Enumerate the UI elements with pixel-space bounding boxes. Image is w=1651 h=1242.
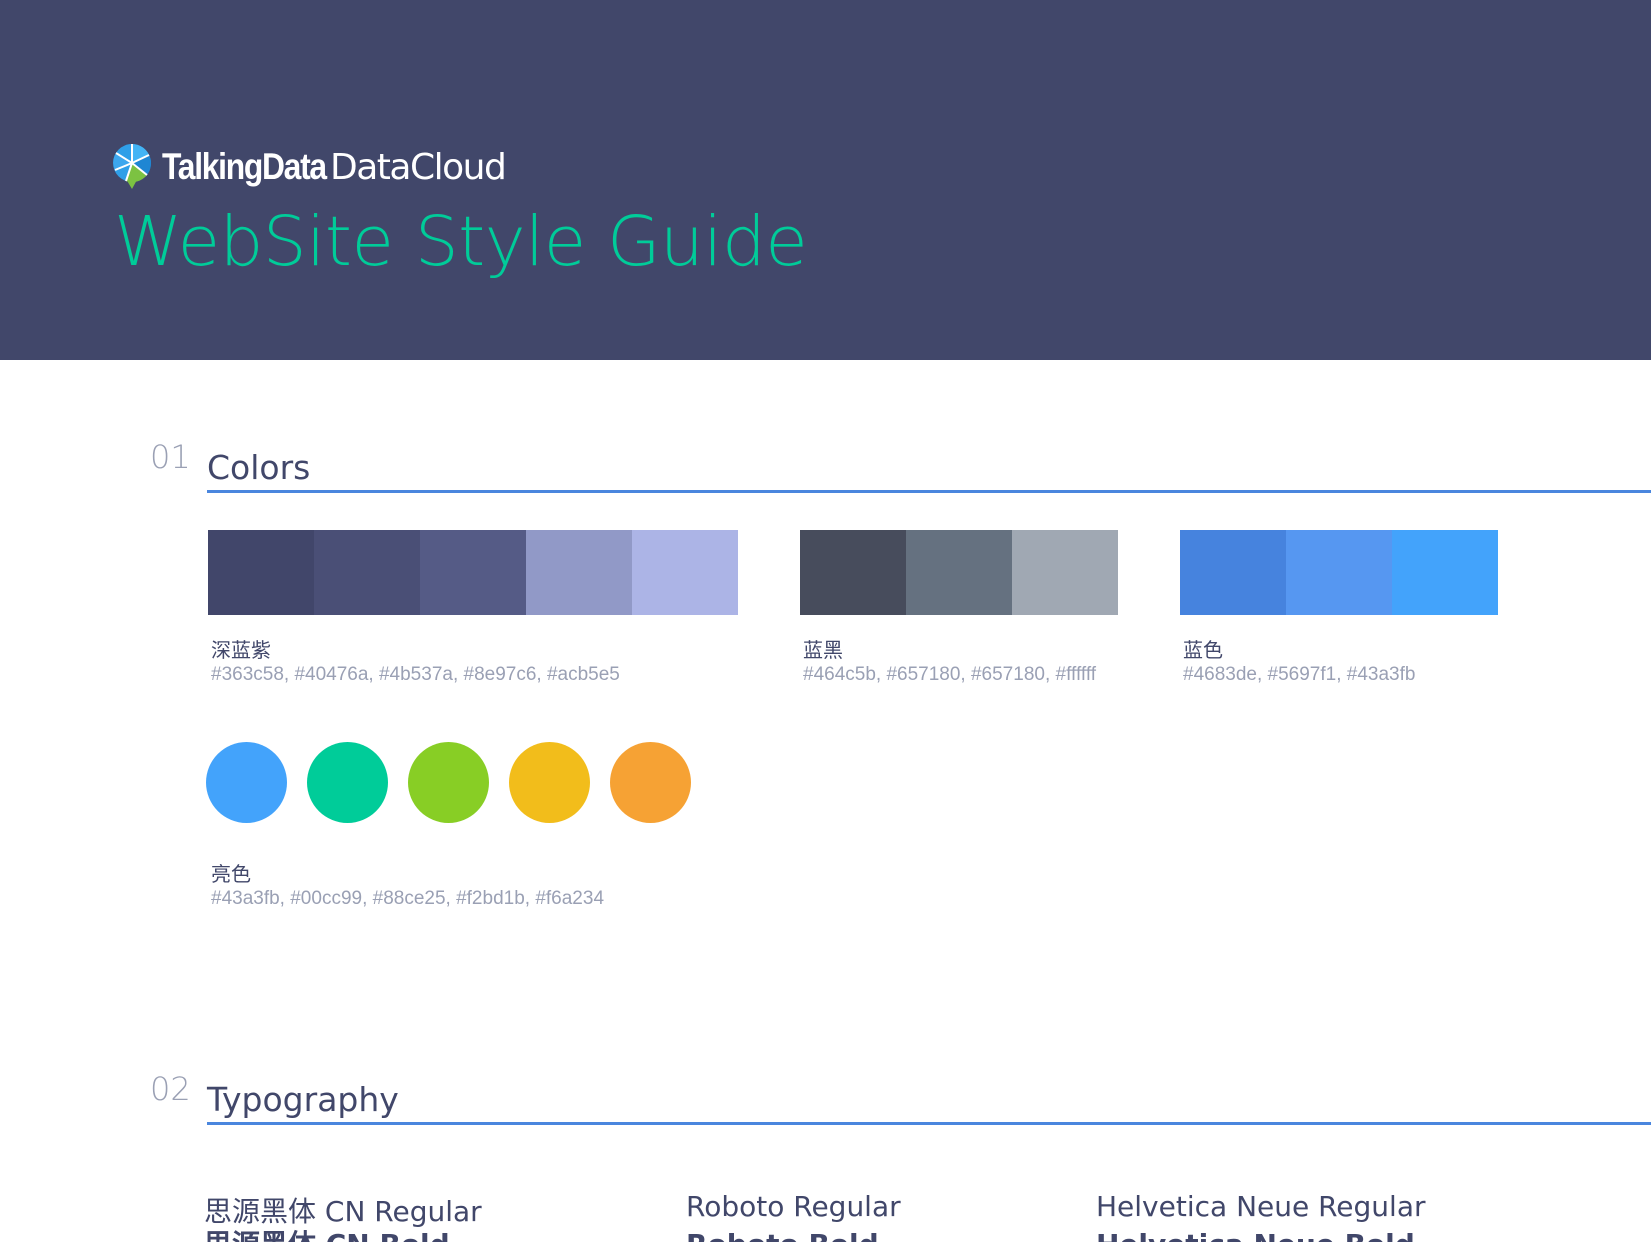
color-swatch xyxy=(420,530,526,615)
bright-color-dots xyxy=(206,742,711,823)
color-swatch xyxy=(208,530,314,615)
section-title-typography: Typography xyxy=(207,1080,399,1119)
section-divider-colors xyxy=(207,490,1651,493)
brand-name: TalkingData xyxy=(162,146,327,187)
color-swatch xyxy=(800,530,906,615)
talkingdata-logo-icon xyxy=(113,144,151,189)
color-dot xyxy=(509,742,590,823)
section-title-colors: Colors xyxy=(207,448,311,487)
palette-codes: #464c5b, #657180, #657180, #ffffff xyxy=(803,664,1097,685)
section-number-typography: 02 xyxy=(150,1070,191,1108)
palette-deep-blue-purple xyxy=(208,530,738,615)
brand-lockup: TalkingData DataCloud xyxy=(112,142,507,192)
color-dot xyxy=(206,742,287,823)
color-dot xyxy=(610,742,691,823)
font-sample-bold-text: 思源黑体 CN Bold xyxy=(204,1228,450,1242)
color-swatch xyxy=(1180,530,1286,615)
page-title: WebSite Style Guide xyxy=(114,202,808,282)
font-sample-bold-text: Helvetica Neue Bold xyxy=(1096,1228,1415,1242)
color-swatch xyxy=(1286,530,1392,615)
color-dot xyxy=(307,742,388,823)
palette-name: 亮色 xyxy=(211,862,251,886)
palette-name: 蓝色 xyxy=(1183,638,1223,662)
color-dot xyxy=(408,742,489,823)
palette-name: 蓝黑 xyxy=(803,638,843,662)
font-sample-bold: Helvetica Neue Bold xyxy=(1096,1228,1415,1242)
style-guide-page: TalkingData DataCloud WebSite Style Guid… xyxy=(0,0,1651,1242)
product-name: DataCloud xyxy=(330,146,507,188)
palette-codes: #43a3fb, #00cc99, #88ce25, #f2bd1b, #f6a… xyxy=(211,888,605,909)
color-swatch xyxy=(906,530,1012,615)
font-sample-bold-text: Roboto Bold xyxy=(686,1228,879,1242)
palette-name: 深蓝紫 xyxy=(211,638,271,662)
color-swatch xyxy=(314,530,420,615)
header-banner: TalkingData DataCloud WebSite Style Guid… xyxy=(0,0,1651,360)
color-swatch xyxy=(632,530,738,615)
palette-codes: #363c58, #40476a, #4b537a, #8e97c6, #acb… xyxy=(211,664,620,685)
font-sample-bold: Roboto Bold xyxy=(686,1228,879,1242)
font-sample-regular: Roboto Regular xyxy=(686,1190,901,1223)
section-number-colors: 01 xyxy=(150,438,191,476)
font-sample-regular: 思源黑体 CN Regular xyxy=(204,1195,482,1228)
palette-blue-black xyxy=(800,530,1118,615)
color-swatch xyxy=(526,530,632,615)
font-sample-regular: Helvetica Neue Regular xyxy=(1096,1190,1426,1223)
palette-blue xyxy=(1180,530,1498,615)
font-sample-bold: 思源黑体 CN Bold xyxy=(204,1228,450,1242)
color-swatch xyxy=(1392,530,1498,615)
color-swatch xyxy=(1012,530,1118,615)
palette-codes: #4683de, #5697f1, #43a3fb xyxy=(1183,664,1416,685)
section-divider-typography xyxy=(207,1122,1651,1125)
